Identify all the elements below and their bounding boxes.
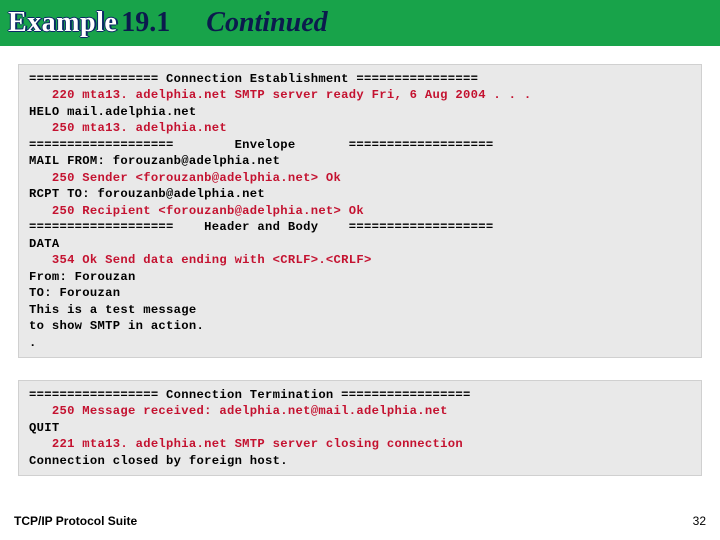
title-number: 19.1 [121, 7, 170, 39]
page-number: 32 [693, 514, 706, 528]
spacer [0, 358, 720, 380]
term-line: Connection closed by foreign host. [29, 453, 691, 469]
term-line: 250 Message received: adelphia.net@mail.… [29, 403, 691, 419]
footer: TCP/IP Protocol Suite 32 [14, 514, 706, 528]
term-line: . [29, 335, 691, 351]
term-line: From: Forouzan [29, 269, 691, 285]
title-bar: Example 19.1 Continued [0, 0, 720, 46]
title-continued: Continued [206, 7, 327, 39]
title-example: Example [8, 7, 117, 39]
term-line: 354 Ok Send data ending with <CRLF>.<CRL… [29, 252, 691, 268]
term-line: =================== Header and Body ====… [29, 219, 691, 235]
term-line: 250 Sender <forouzanb@adelphia.net> Ok [29, 170, 691, 186]
term-line: to show SMTP in action. [29, 318, 691, 334]
term-line: RCPT TO: forouzanb@adelphia.net [29, 186, 691, 202]
term-line: This is a test message [29, 302, 691, 318]
slide: Example 19.1 Continued =================… [0, 0, 720, 540]
term-line: 250 Recipient <forouzanb@adelphia.net> O… [29, 203, 691, 219]
term-line: 220 mta13. adelphia.net SMTP server read… [29, 87, 691, 103]
term-line: 250 mta13. adelphia.net [29, 120, 691, 136]
term-line: TO: Forouzan [29, 285, 691, 301]
footer-title: TCP/IP Protocol Suite [14, 514, 137, 528]
term-line: ================= Connection Establishme… [29, 71, 691, 87]
term-line: 221 mta13. adelphia.net SMTP server clos… [29, 436, 691, 452]
terminal-block-2: ================= Connection Termination… [18, 380, 702, 476]
terminal-block-1: ================= Connection Establishme… [18, 64, 702, 358]
term-line: HELO mail.adelphia.net [29, 104, 691, 120]
term-line: DATA [29, 236, 691, 252]
term-line: MAIL FROM: forouzanb@adelphia.net [29, 153, 691, 169]
term-line: =================== Envelope ===========… [29, 137, 691, 153]
term-line: ================= Connection Termination… [29, 387, 691, 403]
term-line: QUIT [29, 420, 691, 436]
